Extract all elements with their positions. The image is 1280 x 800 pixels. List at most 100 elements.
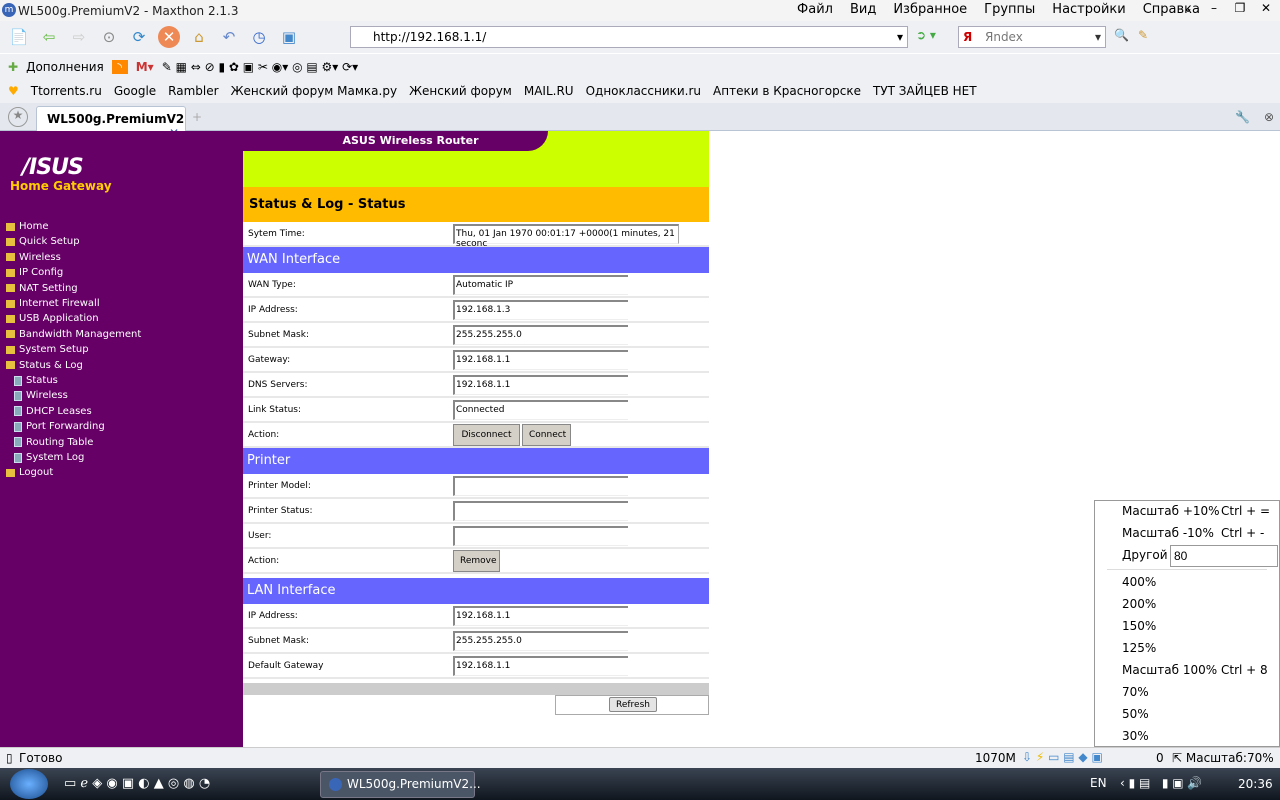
zoom-out-item[interactable]: Масштаб -10% Ctrl + - [1095, 523, 1279, 545]
fav-rambler[interactable]: Rambler [168, 84, 218, 98]
field-value: 192.168.1.1 [453, 656, 628, 676]
zoom-30[interactable]: 30% [1095, 726, 1279, 748]
status-tool-icons[interactable]: ⇩ ⚡ ▭ ▤ ◆ ▣ [1022, 750, 1103, 764]
fav-odnoklassniki[interactable]: Одноклассники.ru [586, 84, 701, 98]
zoom-125[interactable]: 125% [1095, 638, 1279, 660]
go-icon[interactable]: ➲ ▾ [916, 28, 936, 42]
clock[interactable]: 20:36 [1238, 777, 1273, 791]
zoom-70[interactable]: 70% [1095, 682, 1279, 704]
search-input[interactable]: Я Яndex ▾ [958, 26, 1106, 48]
addons-button[interactable]: Дополнения [26, 60, 104, 74]
fav-women-forum[interactable]: Женский форум [409, 84, 512, 98]
back-icon[interactable]: ⇦ [38, 26, 60, 48]
undo-icon[interactable]: ↶ [218, 26, 240, 48]
tray-icons[interactable]: ‹ ▮ ▤ ▮ ▣ 🔊 [1120, 776, 1202, 790]
gmail-icon[interactable]: M▾ [136, 60, 154, 74]
history-dropdown-icon[interactable]: ⊙ [98, 26, 120, 48]
taskbar-item-browser[interactable]: WL500g.PremiumV2... [320, 771, 481, 798]
menu-view[interactable]: Вид [850, 2, 876, 17]
field-value [453, 501, 628, 521]
subnav-item[interactable]: Wireless [14, 390, 68, 401]
tool-icon[interactable]: ✎ ▦ ⇔ ⊘ ▮ ✿ ▣ ✂ ◉▾ ◎ ▤ ⚙▾ ⟳▾ [162, 60, 359, 74]
star-icon[interactable]: ★ [8, 106, 28, 127]
printer-row: User: [243, 524, 709, 549]
close-tab-icon[interactable]: ⊗ [1264, 110, 1274, 124]
fav-google[interactable]: Google [114, 84, 156, 98]
nav-item[interactable]: Internet Firewall [6, 298, 100, 309]
search-icon[interactable]: 🔍 [1114, 28, 1129, 42]
home-icon[interactable]: ⌂ [188, 26, 210, 48]
lan-row: IP Address: 192.168.1.1 [243, 604, 709, 629]
minimize-button[interactable]: – [1204, 1, 1224, 15]
menu-settings[interactable]: Настройки [1052, 2, 1125, 17]
url-text[interactable]: http://192.168.1.1/ [373, 30, 486, 44]
field-value: Connected [453, 400, 628, 420]
zoom-other-input[interactable] [1170, 545, 1278, 567]
clock-icon[interactable]: ◷ [248, 26, 270, 48]
nav-item[interactable]: Bandwidth Management [6, 329, 141, 340]
restore-button[interactable]: ❐ [1230, 1, 1250, 15]
rss-icon[interactable]: ◝ [111, 59, 128, 74]
subnav-item[interactable]: DHCP Leases [14, 406, 92, 417]
menu-favorites[interactable]: Избранное [893, 2, 967, 17]
menu-groups[interactable]: Группы [984, 2, 1035, 17]
fav-mamka[interactable]: Женский форум Мамка.ру [231, 84, 398, 98]
lan-section-title: LAN Interface [243, 578, 709, 604]
fav-mailru[interactable]: MAIL.RU [524, 84, 574, 98]
remove-button[interactable]: Remove [453, 550, 500, 572]
refresh-button[interactable]: Refresh [609, 697, 657, 712]
start-button[interactable] [10, 769, 48, 799]
zoom-150[interactable]: 150% [1095, 616, 1279, 638]
wan-row: IP Address: 192.168.1.3 [243, 298, 709, 323]
field-value: 255.255.255.0 [453, 325, 628, 345]
address-bar[interactable]: http://192.168.1.1/ ▾ [350, 26, 908, 48]
quick-launch-icons[interactable]: ▭ ℯ ◈ ◉ ▣ ◐ ▲ ◎ ◍ ◔ [64, 776, 210, 791]
window-icon[interactable]: ▣ [278, 26, 300, 48]
subnav-item[interactable]: Routing Table [14, 437, 93, 448]
zoom-50[interactable]: 50% [1095, 704, 1279, 726]
nav-item[interactable]: USB Application [6, 313, 99, 324]
nav-item[interactable]: NAT Setting [6, 283, 78, 294]
nav-item[interactable]: Status & Log [6, 360, 83, 371]
close-button[interactable]: ✕ [1256, 1, 1276, 15]
fav-ttorrents[interactable]: Ttorrents.ru [31, 84, 102, 98]
nav-item[interactable]: System Setup [6, 344, 89, 355]
subnav-item[interactable]: Port Forwarding [14, 421, 105, 432]
language-indicator[interactable]: EN [1090, 776, 1107, 790]
memory-usage[interactable]: 1070M [975, 751, 1016, 765]
router-header: ASUS Wireless Router [243, 131, 548, 151]
zoom-in-item[interactable]: Масштаб +10% Ctrl + = [1095, 501, 1279, 523]
wrench-icon[interactable]: 🔧 [1235, 110, 1250, 124]
zoom-reset-item[interactable]: Масштаб 100% Ctrl + 8 [1095, 660, 1279, 682]
highlight-icon[interactable]: ✎ [1138, 28, 1148, 42]
field-label: Default Gateway [248, 660, 324, 671]
menu-file[interactable]: Файл [797, 2, 833, 17]
chevron-down-icon[interactable]: ▾ [897, 30, 903, 44]
nav-item[interactable]: Wireless [6, 252, 61, 263]
field-label: IP Address: [248, 610, 298, 621]
taskbar: ▭ ℯ ◈ ◉ ▣ ◐ ▲ ◎ ◍ ◔ WL500g.PremiumV2... … [0, 768, 1280, 800]
zoom-other-item: Другой [1095, 545, 1279, 567]
new-tab-icon[interactable]: 📄 [8, 26, 30, 48]
nav-item[interactable]: Quick Setup [6, 236, 80, 247]
subnav-item[interactable]: System Log [14, 452, 84, 463]
fav-zaitsev[interactable]: ТУТ ЗАЙЦЕВ НЕТ [873, 84, 977, 98]
zoom-400[interactable]: 400% [1095, 572, 1279, 594]
nav-item-logout[interactable]: Logout [6, 467, 53, 478]
nav-item[interactable]: Home [6, 221, 49, 232]
stop-icon[interactable]: ✕ [158, 26, 180, 48]
menu-chevron-icon[interactable]: ⌄ [1178, 1, 1198, 15]
disconnect-button[interactable]: Disconnect [453, 424, 520, 446]
forward-icon[interactable]: ⇨ [68, 26, 90, 48]
new-tab-plus-icon[interactable]: + [192, 110, 202, 124]
connect-button[interactable]: Connect [522, 424, 571, 446]
refresh-icon[interactable]: ⟳ [128, 26, 150, 48]
zoom-200[interactable]: 200% [1095, 594, 1279, 616]
tab-router[interactable]: WL500g.PremiumV2✕ [36, 106, 186, 140]
favorites-icon[interactable]: ♥ [8, 84, 19, 98]
wan-row: DNS Servers: 192.168.1.1 [243, 373, 709, 398]
fav-pharmacy[interactable]: Аптеки в Красногорске [713, 84, 861, 98]
field-label: Link Status: [248, 404, 302, 415]
subnav-item[interactable]: Status [14, 375, 58, 386]
nav-item[interactable]: IP Config [6, 267, 63, 278]
